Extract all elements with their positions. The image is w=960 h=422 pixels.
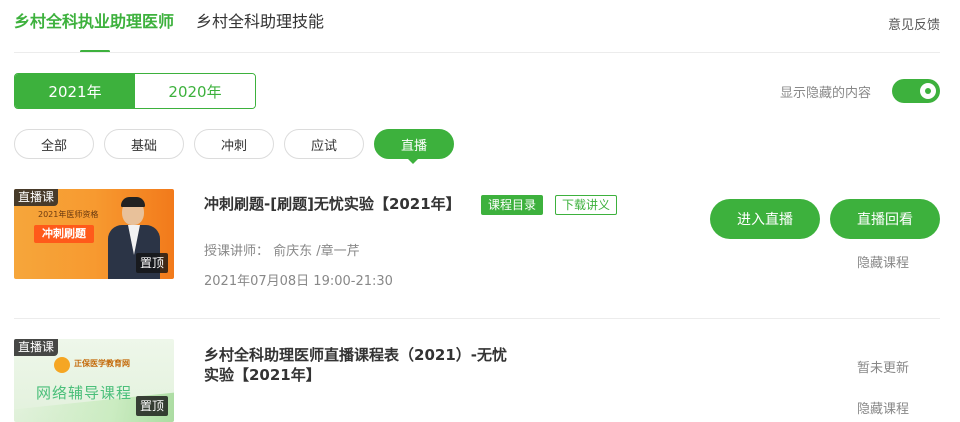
active-filter-caret — [407, 158, 419, 164]
header-divider — [14, 52, 940, 53]
feedback-link[interactable]: 意见反馈 — [888, 14, 940, 33]
filter-exam[interactable]: 应试 — [284, 129, 364, 159]
course-time: 2021年07月08日 19:00-21:30 — [204, 274, 393, 289]
show-hidden-toggle[interactable] — [892, 79, 940, 103]
pinned-badge: 置顶 — [135, 396, 168, 416]
filter-sprint[interactable]: 冲刺 — [194, 129, 274, 159]
filter-all[interactable]: 全部 — [14, 129, 94, 159]
hide-course-link[interactable]: 隐藏课程 — [857, 252, 909, 271]
live-replay-button[interactable]: 直播回看 — [830, 199, 940, 239]
live-course-badge: 直播课 — [14, 339, 59, 356]
brand-logo-icon — [54, 357, 70, 373]
year-2021-button[interactable]: 2021年 — [15, 74, 135, 108]
course-item: 正保医学教育网 网络辅导课程 直播课 置顶 乡村全科助理医师直播课程表（2021… — [14, 330, 940, 422]
toggle-knob — [920, 83, 936, 99]
live-course-badge: 直播课 — [14, 189, 59, 206]
thumb-banner: 冲刺刷题 — [34, 225, 94, 243]
course-teachers: 授课讲师： 俞庆东 /章一芹 — [204, 244, 360, 259]
year-2020-button[interactable]: 2020年 — [135, 74, 255, 108]
tab-rural-assistant-physician[interactable]: 乡村全科执业助理医师 — [14, 12, 174, 32]
thumb-logo-text: 正保医学教育网 — [74, 359, 130, 368]
pinned-badge: 置顶 — [135, 253, 168, 273]
filter-live[interactable]: 直播 — [374, 129, 454, 159]
not-updated-status: 暂未更新 — [857, 361, 910, 376]
course-catalog-tag[interactable]: 课程目录 — [481, 195, 544, 215]
top-tab-bar: 乡村全科执业助理医师 乡村全科助理技能 意见反馈 — [0, 0, 960, 53]
course-title[interactable]: 冲刺刷题-[刷题]无忧实验【2021年】 — [204, 192, 461, 216]
enter-live-button[interactable]: 进入直播 — [710, 199, 820, 239]
filter-basic[interactable]: 基础 — [104, 129, 184, 159]
thumb-main-text: 网络辅导课程 — [36, 384, 133, 402]
show-hidden-label: 显示隐藏的内容 — [780, 86, 872, 101]
course-thumbnail[interactable]: 2021年医师资格 冲刺刷题 直播课 置顶 — [14, 189, 174, 279]
course-thumbnail[interactable]: 正保医学教育网 网络辅导课程 直播课 置顶 — [14, 339, 174, 422]
row-divider — [14, 318, 940, 319]
tab-rural-assistant-skills[interactable]: 乡村全科助理技能 — [196, 12, 324, 32]
course-item: 2021年医师资格 冲刺刷题 直播课 置顶 冲刺刷题-[刷题]无忧实验【2021… — [14, 178, 940, 298]
hide-course-link[interactable]: 隐藏课程 — [857, 398, 909, 417]
course-title-line-2[interactable]: 实验【2021年】 — [204, 363, 321, 387]
thumb-title: 2021年医师资格 — [38, 210, 99, 219]
download-notes-tag[interactable]: 下载讲义 — [555, 195, 618, 215]
year-toggle: 2021年 2020年 — [14, 73, 256, 109]
